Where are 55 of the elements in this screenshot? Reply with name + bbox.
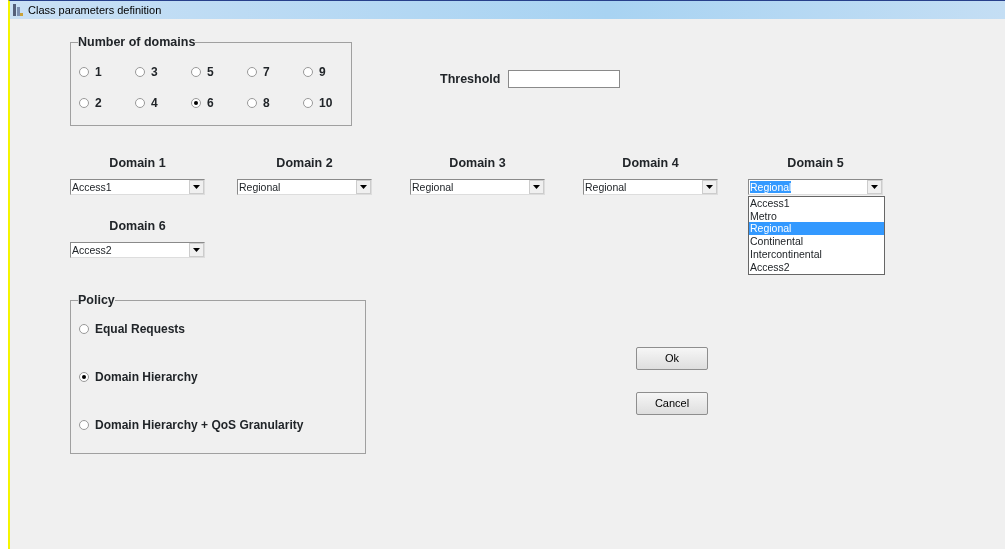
dropdown-option[interactable]: Access2	[749, 260, 884, 274]
radio-button[interactable]	[303, 97, 313, 108]
radio-button[interactable]	[135, 66, 145, 77]
dropdown[interactable]: Regional	[237, 178, 372, 195]
threshold-field[interactable]	[508, 70, 621, 89]
radio-button[interactable]	[303, 66, 313, 77]
caret-icon	[193, 247, 200, 252]
dropdown[interactable]: Regional	[583, 178, 718, 195]
app-icon	[13, 4, 23, 16]
radio-label[interactable]: 4	[151, 93, 158, 112]
cancel-button[interactable]: Cancel	[636, 391, 708, 415]
radio-label[interactable]: 5	[207, 62, 214, 81]
window-title: Class parameters definition	[28, 2, 162, 18]
radio-label[interactable]: 6	[207, 93, 214, 112]
radio-label[interactable]: Domain Hierarchy	[95, 367, 198, 386]
dropdown-option[interactable]: Access1	[749, 196, 884, 210]
ok-button[interactable]: Ok	[636, 346, 708, 370]
domain-label: Domain 2	[275, 155, 334, 172]
threshold-label: Threshold	[440, 71, 501, 88]
domain-label: Domain 5	[786, 155, 845, 172]
group-label: Policy	[78, 292, 115, 308]
radio-label[interactable]: 10	[319, 93, 333, 112]
radio-button[interactable]	[247, 97, 257, 108]
dropdown[interactable]: Regional	[410, 178, 545, 195]
dropdown-option[interactable]: Metro	[749, 209, 884, 223]
radio-button[interactable]	[79, 97, 89, 108]
domain-label: Domain 3	[448, 155, 507, 172]
caret-icon	[360, 184, 367, 189]
radio-button[interactable]	[191, 97, 201, 108]
radio-button[interactable]	[79, 419, 89, 430]
caret-icon	[871, 184, 878, 189]
radio-label[interactable]: 3	[151, 62, 158, 81]
radio-label[interactable]: Equal Requests	[95, 319, 186, 338]
domain-label: Domain 4	[621, 155, 680, 172]
caret-icon	[706, 184, 713, 189]
radio-label[interactable]: Domain Hierarchy + QoS Granularity	[95, 415, 304, 434]
radio-label[interactable]: 9	[319, 62, 326, 81]
dropdown[interactable]: Access1	[70, 178, 205, 195]
radio-label[interactable]: 8	[263, 93, 270, 112]
radio-button[interactable]	[79, 323, 89, 334]
dropdown-option[interactable]: Intercontinental	[749, 247, 884, 261]
radio-button[interactable]	[135, 97, 145, 108]
radio-button[interactable]	[247, 66, 257, 77]
caret-icon	[193, 184, 200, 189]
radio-button[interactable]	[191, 66, 201, 77]
domain-label: Domain 6	[108, 217, 167, 235]
dropdown[interactable]: Access2	[70, 241, 205, 258]
radio-button[interactable]	[79, 66, 89, 77]
caret-icon	[533, 184, 540, 189]
radio-label[interactable]: 2	[95, 93, 102, 112]
radio-label[interactable]: 7	[263, 62, 270, 81]
radio-label[interactable]: 1	[95, 62, 102, 81]
dropdown-option[interactable]: Continental	[749, 235, 884, 248]
domain-label: Domain 1	[108, 155, 167, 172]
radio-button[interactable]	[79, 371, 89, 382]
